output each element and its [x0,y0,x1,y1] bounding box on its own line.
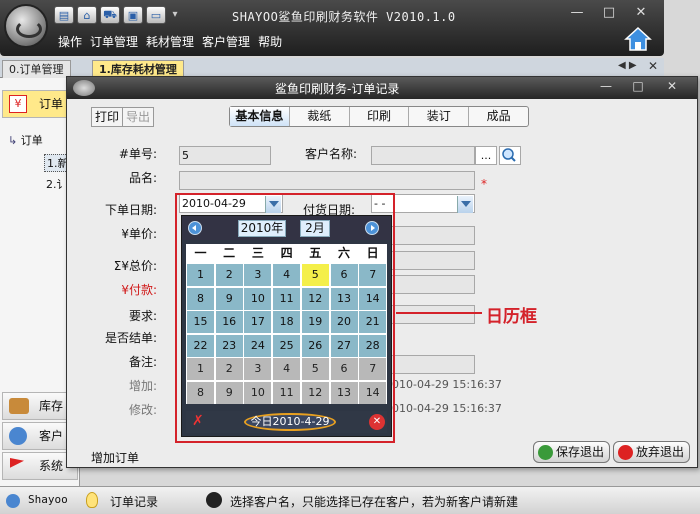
cancel-icon [618,445,633,460]
callout-line [396,312,482,314]
side-item-label: 系统 [39,459,64,473]
total-price-label: Σ¥总价: [113,259,157,273]
cancel-exit-button[interactable]: 放弃退出 [613,441,691,463]
delivery-date-dropdown-icon[interactable] [457,196,473,213]
modified-label: 修改: [128,403,157,417]
home-small-icon[interactable]: ⌂ [77,6,97,24]
unit-price-label: ¥单价: [121,227,157,241]
card-icon[interactable]: ▣ [123,6,143,24]
menu-help[interactable]: 帮助 [258,33,282,50]
menu-bar: 操作 订单管理 耗材管理 客户管理 帮助 [58,33,282,50]
order-no-label: #单号: [118,147,157,161]
app-logo-icon[interactable] [4,4,48,48]
menu-materials[interactable]: 耗材管理 [146,33,194,50]
tab-scroll-icon[interactable]: ◀ ▶ [618,60,637,71]
tab-basic-info[interactable]: 基本信息 [230,107,290,126]
dialog-logo-icon [73,80,95,96]
tab-close-icon[interactable]: ✕ [648,59,658,73]
menu-operate[interactable]: 操作 [58,33,82,50]
modified-timestamp: 2010-04-29 15:16:37 [385,402,502,415]
dialog-status-text: 增加订单 [91,451,140,465]
check-icon [538,445,553,460]
order-record-dialog: 鲨鱼印刷财务-订单记录 — □ ✕ 打印 导出 基本信息 裁纸 印刷 装订 成品… [66,76,698,468]
customer-browse-button[interactable]: ... [475,146,497,165]
export-button[interactable]: 导出 [122,107,155,127]
customer-field[interactable] [371,146,475,165]
main-title-bar: ▤ ⌂ ⛟ ▣ ▭ ▾ SHAYOO鲨鱼印刷财务软件 V2010.1.0 — □… [0,0,664,56]
magnifier-icon [502,148,516,162]
maximize-button[interactable]: □ [598,4,620,22]
quick-toolbar: ▤ ⌂ ⛟ ▣ ▭ ▾ [54,6,181,24]
menu-orders[interactable]: 订单管理 [90,33,138,50]
tree-expand-icon: ↳ [8,134,18,147]
status-bar: Shayoo 订单记录 选择客户名，只能选择已存在客户，若为新客户请新建 [0,486,700,514]
order-no-field[interactable]: 5 [179,146,271,165]
side-item-label: 订单 [39,97,64,111]
added-timestamp: 2010-04-29 15:16:37 [385,378,502,391]
dialog-minimize-button[interactable]: — [595,79,617,93]
requirement-label: 要求: [128,309,157,323]
status-section: 订单记录 [110,495,159,509]
menu-customers[interactable]: 客户管理 [202,33,250,50]
side-item-label: 库存 [39,399,64,413]
customer-search-button[interactable] [499,146,521,165]
tab-order-management[interactable]: 0.订单管理 [2,60,71,78]
dialog-tabs: 基本信息 裁纸 印刷 装订 成品 [229,106,529,127]
minimize-button[interactable]: — [566,4,588,22]
remark-label: 备注: [128,355,157,369]
settled-label: 是否结单: [104,331,157,345]
required-mark: * [481,177,487,191]
tree-item[interactable]: 2.讠 [46,176,68,192]
status-user: Shayoo [28,493,68,506]
tab-finished[interactable]: 成品 [469,107,528,126]
calendar-highlight-box [175,193,395,443]
tab-paper-cutting[interactable]: 裁纸 [290,107,350,126]
product-label: 品名: [128,171,157,185]
payment-label: ¥付款: [121,283,157,297]
home-icon[interactable] [624,26,652,52]
bulb-icon [86,492,98,508]
customer-label: 客户名称: [304,147,357,161]
save-exit-label: 保存退出 [556,445,605,459]
added-label: 增加: [128,379,157,393]
penguin-icon [206,492,222,508]
flag-icon [10,458,24,468]
save-exit-button[interactable]: 保存退出 [533,441,611,463]
order-date-label: 下单日期: [104,203,157,217]
user-icon [6,494,20,508]
close-button[interactable]: ✕ [630,4,652,22]
tab-printing[interactable]: 印刷 [350,107,410,126]
dialog-title: 鲨鱼印刷财务-订单记录 [275,82,400,96]
dialog-maximize-button[interactable]: □ [627,79,649,93]
main-tab-strip: 0.订单管理 1.库存耗材管理 ◀ ▶ ✕ [0,58,664,78]
quick-toolbar-more-icon[interactable]: ▾ [169,6,181,24]
cart-icon[interactable]: ⛟ [100,6,120,24]
folder-icon[interactable]: ▭ [146,6,166,24]
box-icon [9,398,29,414]
dialog-title-bar: 鲨鱼印刷财务-订单记录 — □ ✕ [67,77,697,99]
dialog-close-button[interactable]: ✕ [661,79,683,93]
yen-icon: ¥ [9,95,27,113]
print-button[interactable]: 打印 [91,107,124,127]
cancel-exit-label: 放弃退出 [636,445,685,459]
status-hint: 选择客户名，只能选择已存在客户，若为新客户请新建 [230,495,519,509]
tree-root[interactable]: ↳ 订单 [8,132,43,148]
callout-label: 日历框 [486,307,537,327]
document-icon[interactable]: ▤ [54,6,74,24]
people-icon [9,427,27,445]
app-title: SHAYOO鲨鱼印刷财务软件 V2010.1.0 [232,10,456,24]
tree-root-label: 订单 [20,134,43,147]
product-field[interactable] [179,171,475,190]
side-item-label: 客户 [39,429,64,443]
tab-binding[interactable]: 装订 [409,107,470,126]
